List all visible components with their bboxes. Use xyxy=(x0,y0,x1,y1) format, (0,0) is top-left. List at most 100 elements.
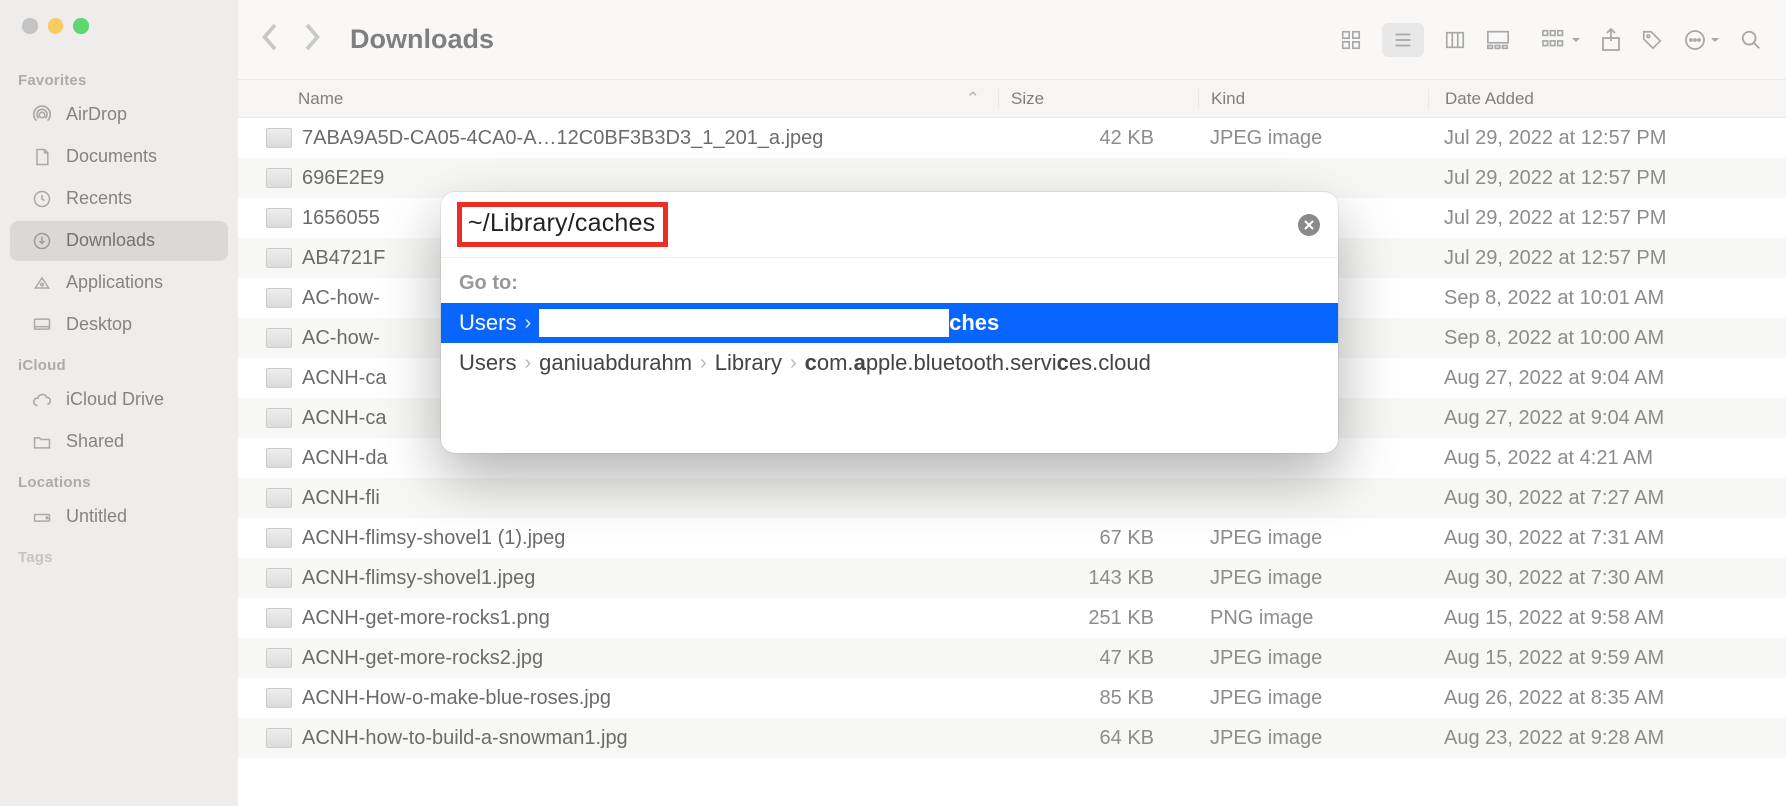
file-row[interactable]: ACNH-fli Aug 30, 2022 at 7:27 AM xyxy=(238,478,1786,518)
file-kind: JPEG image xyxy=(1198,567,1428,590)
fullscreen-window-button[interactable] xyxy=(73,18,89,34)
file-kind: JPEG image xyxy=(1198,647,1428,670)
file-thumbnail-icon xyxy=(266,528,292,548)
file-date: Aug 30, 2022 at 7:31 AM xyxy=(1428,527,1786,550)
file-date: Aug 30, 2022 at 7:27 AM xyxy=(1428,487,1786,510)
sidebar-item-recents[interactable]: Recents xyxy=(10,179,228,219)
document-icon xyxy=(30,145,54,169)
sidebar-item-desktop[interactable]: Desktop xyxy=(10,305,228,345)
sidebar-item-label: Recents xyxy=(66,188,132,209)
clock-icon xyxy=(30,187,54,211)
goto-folder-popup: ~/Library/caches Go to: Users › ches Use… xyxy=(441,192,1338,453)
view-gallery-button[interactable] xyxy=(1486,29,1510,51)
file-date: Jul 29, 2022 at 12:57 PM xyxy=(1428,127,1786,150)
back-button[interactable] xyxy=(260,22,278,57)
file-kind: JPEG image xyxy=(1198,687,1428,710)
sidebar-item-label: Desktop xyxy=(66,314,132,335)
file-thumbnail-icon xyxy=(266,688,292,708)
file-date: Aug 5, 2022 at 4:21 AM xyxy=(1428,447,1786,470)
sidebar-item-applications[interactable]: Applications xyxy=(10,263,228,303)
sidebar-heading-tags: Tags xyxy=(0,539,238,570)
toolbar: Downloads xyxy=(238,0,1786,80)
file-thumbnail-icon xyxy=(266,568,292,588)
close-window-button[interactable] xyxy=(22,18,38,34)
file-thumbnail-icon xyxy=(266,728,292,748)
file-row[interactable]: ACNH-flimsy-shovel1 (1).jpeg67 KBJPEG im… xyxy=(238,518,1786,558)
view-columns-button[interactable] xyxy=(1444,29,1466,51)
file-row[interactable]: ACNH-How-o-make-blue-roses.jpg85 KBJPEG … xyxy=(238,678,1786,718)
file-date: Jul 29, 2022 at 12:57 PM xyxy=(1428,247,1786,270)
column-header-name[interactable]: Name⌃ xyxy=(238,89,998,109)
file-size: 64 KB xyxy=(998,727,1198,750)
column-header-date[interactable]: Date Added xyxy=(1428,89,1786,109)
share-button[interactable] xyxy=(1601,28,1621,52)
goto-path-input[interactable]: ~/Library/caches xyxy=(468,209,655,237)
file-name: ACNH-fli xyxy=(302,487,380,510)
file-size: 251 KB xyxy=(998,607,1198,630)
sidebar-item-downloads[interactable]: Downloads xyxy=(10,221,228,261)
column-header-kind[interactable]: Kind xyxy=(1198,89,1428,109)
goto-suggestion-selected[interactable]: Users › ches xyxy=(441,303,1338,343)
file-row[interactable]: ACNH-flimsy-shovel1.jpeg143 KBJPEG image… xyxy=(238,558,1786,598)
sidebar: Favorites AirDrop Documents Recents Down… xyxy=(0,0,238,806)
file-date: Aug 27, 2022 at 9:04 AM xyxy=(1428,407,1786,430)
minimize-window-button[interactable] xyxy=(48,18,64,34)
file-thumbnail-icon xyxy=(266,248,292,268)
view-icons-button[interactable] xyxy=(1340,29,1362,51)
file-date: Aug 15, 2022 at 9:59 AM xyxy=(1428,647,1786,670)
crumb: ganiuabdurahm xyxy=(539,350,692,376)
sidebar-item-documents[interactable]: Documents xyxy=(10,137,228,177)
file-date: Sep 8, 2022 at 10:00 AM xyxy=(1428,327,1786,350)
file-row[interactable]: ACNH-get-more-rocks2.jpg47 KBJPEG imageA… xyxy=(238,638,1786,678)
file-thumbnail-icon xyxy=(266,208,292,228)
sidebar-item-label: Shared xyxy=(66,431,124,452)
file-size: 67 KB xyxy=(998,527,1198,550)
file-date: Aug 27, 2022 at 9:04 AM xyxy=(1428,367,1786,390)
forward-button[interactable] xyxy=(304,22,322,57)
column-header-size[interactable]: Size xyxy=(998,89,1198,109)
view-list-button[interactable] xyxy=(1382,23,1424,57)
window-title: Downloads xyxy=(350,24,494,55)
actions-button[interactable] xyxy=(1683,28,1720,52)
file-thumbnail-icon xyxy=(266,328,292,348)
clear-input-button[interactable] xyxy=(1298,214,1320,236)
sidebar-heading-favorites: Favorites xyxy=(0,62,238,93)
file-date: Jul 29, 2022 at 12:57 PM xyxy=(1428,207,1786,230)
crumb-suffix: ches xyxy=(949,310,999,336)
file-name: 7ABA9A5D-CA05-4CA0-A…12C0BF3B3D3_1_201_a… xyxy=(302,127,823,150)
goto-label: Go to: xyxy=(441,266,1338,303)
sidebar-item-label: AirDrop xyxy=(66,104,127,125)
window-controls xyxy=(0,18,238,34)
crumb: com.apple.bluetooth.services.cloud xyxy=(805,350,1151,376)
crumb: Library xyxy=(715,350,782,376)
sidebar-item-label: Applications xyxy=(66,272,163,293)
sidebar-item-untitled[interactable]: Untitled xyxy=(10,497,228,537)
sidebar-item-airdrop[interactable]: AirDrop xyxy=(10,95,228,135)
file-date: Sep 8, 2022 at 10:01 AM xyxy=(1428,287,1786,310)
file-row[interactable]: 7ABA9A5D-CA05-4CA0-A…12C0BF3B3D3_1_201_a… xyxy=(238,118,1786,158)
group-by-button[interactable] xyxy=(1542,29,1581,51)
file-thumbnail-icon xyxy=(266,648,292,668)
file-row[interactable]: ACNH-get-more-rocks1.png251 KBPNG imageA… xyxy=(238,598,1786,638)
goto-suggestion[interactable]: Users › ganiuabdurahm › Library › com.ap… xyxy=(441,343,1338,383)
file-thumbnail-icon xyxy=(266,408,292,428)
tags-button[interactable] xyxy=(1641,29,1663,51)
chevron-right-icon: › xyxy=(524,312,531,335)
file-row[interactable]: ACNH-how-to-build-a-snowman1.jpg64 KBJPE… xyxy=(238,718,1786,758)
sidebar-item-label: Downloads xyxy=(66,230,155,251)
file-name: ACNH-get-more-rocks1.png xyxy=(302,607,550,630)
file-date: Aug 23, 2022 at 9:28 AM xyxy=(1428,727,1786,750)
sort-ascending-icon: ⌃ xyxy=(966,89,980,109)
file-thumbnail-icon xyxy=(266,368,292,388)
sidebar-heading-locations: Locations xyxy=(0,464,238,495)
file-thumbnail-icon xyxy=(266,168,292,188)
sidebar-item-icloud-drive[interactable]: iCloud Drive xyxy=(10,380,228,420)
search-button[interactable] xyxy=(1740,29,1762,51)
sidebar-heading-icloud: iCloud xyxy=(0,347,238,378)
file-date: Aug 26, 2022 at 8:35 AM xyxy=(1428,687,1786,710)
file-name: AC-how- xyxy=(302,327,380,350)
sidebar-item-shared[interactable]: Shared xyxy=(10,422,228,462)
file-size: 47 KB xyxy=(998,647,1198,670)
chevron-right-icon: › xyxy=(524,352,531,375)
file-name: ACNH-da xyxy=(302,447,388,470)
